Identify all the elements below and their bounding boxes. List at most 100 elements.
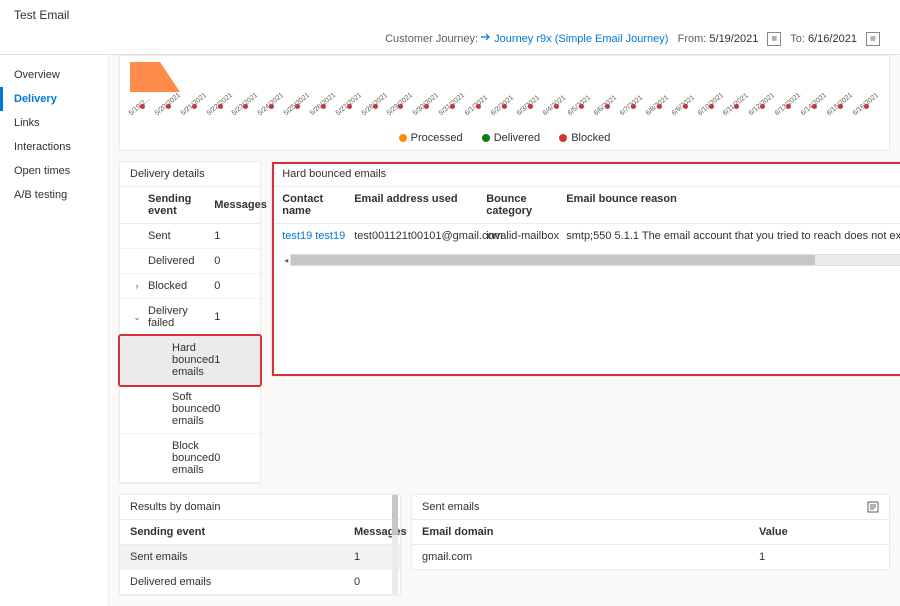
timeline-tick: 5/20/2021 (156, 104, 181, 118)
sidebar-item-ab-testing[interactable]: A/B testing (0, 183, 108, 207)
timeline-card: 5/19/2...5/20/20215/21/20215/22/20215/23… (119, 55, 890, 151)
timeline-tick-label: 5/22/2021 (205, 96, 229, 117)
customer-journey-link[interactable]: Journey r9x (Simple Email Journey) (481, 33, 671, 45)
col-messages: Messages (214, 199, 250, 211)
sent-emails-panel: Sent emails Email domain Value gmail.com… (411, 494, 890, 570)
timeline-tick: 5/30/2021 (414, 104, 439, 118)
timeline-tick: 6/8/2021 (647, 104, 672, 118)
customer-journey-label: Customer Journey: (385, 33, 478, 45)
timeline-tick-label: 6/5/2021 (567, 96, 591, 117)
col-bounce-category: Bounce category (486, 193, 566, 217)
col-email-domain: Email domain (422, 526, 759, 538)
chevron-right-icon[interactable]: › (130, 281, 144, 291)
timeline-tick-label: 5/30/2021 (412, 96, 436, 117)
timeline-tick: 5/21/2021 (182, 104, 207, 118)
timeline-tick: 6/13/2021 (776, 104, 801, 118)
timeline-tick: 5/28/2021 (363, 104, 388, 118)
chevron-down-icon[interactable]: ⌄ (130, 312, 144, 323)
customer-journey-link-text: Journey r9x (Simple Email Journey) (494, 33, 668, 45)
messages-cell: 1 (214, 311, 250, 323)
col-sending-event: Sending event (148, 193, 214, 217)
results-by-domain-row[interactable]: Sent emails1 (120, 545, 400, 570)
delivery-details-row[interactable]: Hard bounced emails1 (120, 336, 260, 385)
hard-bounced-row[interactable]: test19 test19 test001121t00101@gmail.com… (272, 224, 900, 248)
col-messages: Messages (354, 526, 390, 538)
timeline-tick-label: 5/27/2021 (335, 96, 359, 117)
scroll-left-icon[interactable]: ◂ (282, 254, 290, 266)
timeline-tick-label: 6/3/2021 (515, 96, 539, 117)
legend-delivered: Delivered (494, 132, 540, 144)
delivery-details-row[interactable]: Delivered0 (120, 249, 260, 274)
messages-cell: 0 (214, 280, 250, 292)
sidebar: Overview Delivery Links Interactions Ope… (0, 55, 109, 606)
messages-cell: 1 (214, 354, 250, 366)
timeline-tick: 5/24/2021 (259, 104, 284, 118)
calendar-icon[interactable]: ▦ (767, 32, 781, 46)
vertical-scrollbar[interactable] (392, 495, 398, 595)
messages-cell: 0 (354, 576, 390, 588)
delivery-details-row[interactable]: ⌄Delivery failed1 (120, 299, 260, 336)
results-by-domain-row[interactable]: Delivered emails0 (120, 570, 400, 595)
timeline-tick: 5/31/2021 (440, 104, 465, 118)
messages-cell: 0 (214, 452, 250, 464)
to-date[interactable]: 6/16/2021 (808, 33, 857, 45)
delivery-details-row[interactable]: Sent1 (120, 224, 260, 249)
timeline-tick-label: 6/8/2021 (645, 96, 669, 117)
event-cell: Delivered emails (130, 576, 354, 588)
timeline-tick-label: 6/11/2021 (722, 96, 746, 117)
delivery-details-panel: Delivery details Sending event Messages … (119, 161, 261, 484)
messages-cell: 0 (214, 255, 250, 267)
col-value: Value (759, 526, 879, 538)
timeline-tick: 6/6/2021 (595, 104, 620, 118)
timeline-tick-label: 6/6/2021 (593, 96, 617, 117)
timeline-tick: 6/5/2021 (569, 104, 594, 118)
timeline-tick-label: 6/13/2021 (774, 96, 798, 117)
sidebar-item-overview[interactable]: Overview (0, 63, 108, 87)
category-cell: invalid-mailbox (486, 230, 566, 242)
timeline-tick: 5/29/2021 (388, 104, 413, 118)
timeline-tick-label: 5/25/2021 (283, 96, 307, 117)
calendar-icon[interactable]: ▦ (866, 32, 880, 46)
timeline-tick: 5/25/2021 (285, 104, 310, 118)
col-bounce-reason: Email bounce reason (566, 193, 900, 217)
timeline-tick-label: 5/23/2021 (231, 96, 255, 117)
delivery-details-row[interactable]: Soft bounced emails0 (120, 385, 260, 434)
timeline-tick-label: 5/28/2021 (360, 96, 384, 117)
timeline-tick: 6/4/2021 (544, 104, 569, 118)
messages-cell: 0 (214, 403, 250, 415)
delivery-details-title: Delivery details (130, 168, 205, 180)
timeline-tick-label: 6/15/2021 (826, 96, 850, 117)
timeline-tick: 5/27/2021 (337, 104, 362, 118)
journey-link-icon (481, 32, 491, 42)
timeline-tick-label: 5/20/2021 (154, 96, 178, 117)
timeline-area-icon (130, 62, 180, 92)
delivery-details-list: Sending event Messages Sent1Delivered0›B… (120, 187, 260, 483)
messages-cell: 1 (214, 230, 250, 242)
sidebar-item-links[interactable]: Links (0, 111, 108, 135)
sidebar-item-interactions[interactable]: Interactions (0, 135, 108, 159)
timeline-tick: 5/23/2021 (233, 104, 258, 118)
results-by-domain-list: Sending event Messages Sent emails1Deliv… (120, 520, 400, 595)
sidebar-item-open-times[interactable]: Open times (0, 159, 108, 183)
event-cell: Soft bounced emails (172, 391, 214, 427)
export-icon[interactable] (867, 501, 879, 513)
horizontal-scrollbar[interactable]: ◂ ▸ (282, 254, 900, 266)
timeline-tick-label: 6/4/2021 (541, 96, 565, 117)
timeline-tick-label: 5/31/2021 (438, 96, 462, 117)
delivery-details-row[interactable]: Block bounced emails0 (120, 434, 260, 483)
timeline-tick: 6/12/2021 (750, 104, 775, 118)
results-by-domain-title: Results by domain (130, 501, 221, 513)
from-date[interactable]: 5/19/2021 (709, 33, 758, 45)
journey-bar: Customer Journey: Journey r9x (Simple Em… (0, 28, 900, 54)
timeline-tick: 6/9/2021 (673, 104, 698, 118)
timeline-tick-label: 6/7/2021 (619, 96, 643, 117)
hard-bounced-title: Hard bounced emails (282, 168, 386, 180)
sidebar-item-delivery[interactable]: Delivery (0, 87, 108, 111)
timeline: 5/19/2...5/20/20215/21/20215/22/20215/23… (130, 62, 879, 118)
contact-link[interactable]: test19 test19 (282, 230, 354, 242)
sent-emails-row[interactable]: gmail.com 1 (412, 545, 889, 569)
timeline-tick-label: 6/1/2021 (464, 96, 488, 117)
event-cell: Sent emails (130, 551, 354, 563)
value-cell: 1 (759, 551, 879, 563)
delivery-details-row[interactable]: ›Blocked0 (120, 274, 260, 299)
